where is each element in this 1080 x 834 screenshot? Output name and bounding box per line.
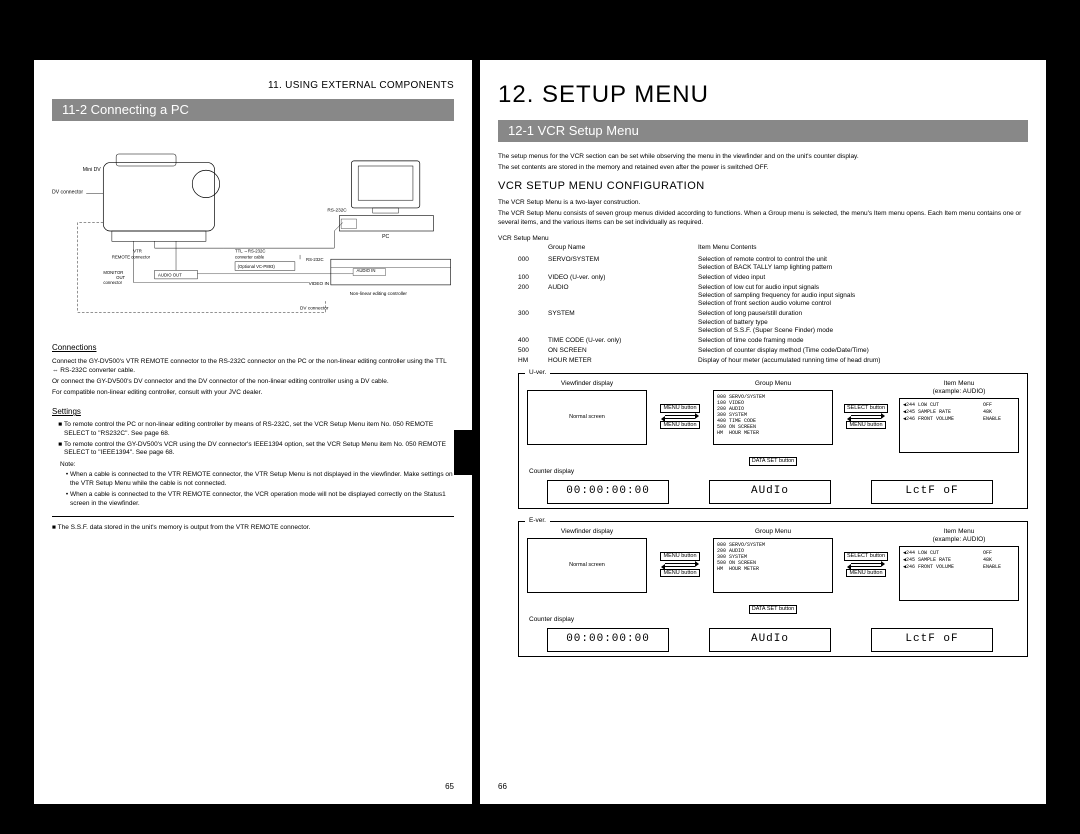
page-number-left: 65 — [445, 782, 454, 792]
svg-text:DV connector: DV connector — [52, 189, 83, 195]
svg-text:connector: connector — [103, 280, 122, 285]
viewfinder-box-e: Normal screen — [527, 538, 647, 593]
settings-bullets: To remote control the PC or non-linear e… — [64, 421, 454, 458]
itemmenu-box-e: ◀244 LOW CUTOFF◀245 SAMPLE RATE48K◀246 F… — [899, 546, 1019, 601]
group-row: 500ON SCREENSelection of counter display… — [518, 347, 1028, 355]
counter-lctf-e: LctF oF — [871, 628, 993, 652]
tree-header-label: VCR Setup Menu — [498, 235, 1028, 243]
left-page: 11. USING EXTERNAL COMPONENTS 11-2 Conne… — [34, 60, 472, 804]
svg-text:(Optional VC-P893): (Optional VC-P893) — [238, 264, 276, 269]
connection-diagram: Mini DV DV connector VTR REMOTE connecto… — [52, 131, 454, 331]
section-title-right: 12-1 VCR Setup Menu — [498, 120, 1028, 142]
e-ver-frame: E-ver. Viewfinder display Normal screen … — [518, 521, 1028, 657]
config-body: The VCR Setup Menu is a two-layer constr… — [498, 198, 1028, 227]
svg-text:RS-232C: RS-232C — [327, 207, 347, 212]
svg-text:TTL ⇔RS-232C: TTL ⇔RS-232C — [235, 248, 265, 253]
counter-audio-u: AUdIo — [709, 480, 831, 504]
dataset-button: DATA SET button — [749, 457, 798, 466]
note-bullets: When a cable is connected to the VTR REM… — [70, 471, 454, 508]
connections-body: Connect the GY-DV500's VTR REMOTE connec… — [52, 357, 454, 397]
group-row: 200AUDIOSelection of low cut for audio i… — [518, 284, 1028, 308]
thumb-tab — [454, 430, 472, 475]
group-row: 000SERVO/SYSTEMSelection of remote contr… — [518, 256, 1028, 272]
group-row: 300SYSTEMSelection of long pause/still d… — [518, 310, 1028, 334]
counter-time-u: 00:00:00:00 — [547, 480, 669, 504]
svg-text:AUDIO IN: AUDIO IN — [356, 268, 375, 273]
svg-text:converter cable: converter cable — [235, 254, 265, 259]
counter-audio-e: AUdIo — [709, 628, 831, 652]
footnote: ■ The S.S.F. data stored in the unit's m… — [52, 523, 454, 532]
config-heading: VCR SETUP MENU CONFIGURATION — [498, 180, 1028, 194]
groupmenu-box-e: 000 SERVO/SYSTEM 200 AUDIO 300 SYSTEM 50… — [713, 538, 833, 593]
arrow-select-u: SELECT button MENU button — [841, 404, 891, 429]
group-row: HMHOUR METERDisplay of hour meter (accum… — [518, 357, 1028, 365]
svg-text:VTR: VTR — [133, 248, 142, 253]
svg-text:OUT: OUT — [116, 275, 125, 280]
right-page: 12. SETUP MENU 12-1 VCR Setup Menu The s… — [480, 60, 1046, 804]
intro-text: The setup menus for the VCR section can … — [498, 152, 1028, 172]
groupmenu-box-u: 000 SERVO/SYSTEM 100 VIDEO 200 AUDIO 300… — [713, 390, 833, 445]
counter-time-e: 00:00:00:00 — [547, 628, 669, 652]
group-table: Group Name Item Menu Contents 000SERVO/S… — [518, 244, 1028, 366]
group-row: 400TIME CODE (U-ver. only)Selection of t… — [518, 337, 1028, 345]
settings-heading: Settings — [52, 407, 454, 417]
counter-lctf-u: LctF oF — [871, 480, 993, 504]
arrow-menu-u: MENU button MENU button — [655, 404, 705, 429]
svg-text:Non-linear editing controller: Non-linear editing controller — [350, 291, 408, 296]
svg-text:REMOTE connector: REMOTE connector — [112, 254, 151, 259]
chapter-header: 11. USING EXTERNAL COMPONENTS — [52, 80, 454, 93]
u-ver-frame: U-ver. Viewfinder display Normal screen … — [518, 373, 1028, 509]
svg-text:RS-232C: RS-232C — [306, 257, 324, 262]
group-row: 100VIDEO (U-ver. only)Selection of video… — [518, 274, 1028, 282]
viewfinder-box-u: Normal screen — [527, 390, 647, 445]
chapter-title: 12. SETUP MENU — [498, 80, 1028, 110]
itemmenu-box-u: ◀244 LOW CUTOFF◀245 SAMPLE RATE48K◀246 F… — [899, 398, 1019, 453]
svg-text:VIDEO IN: VIDEO IN — [309, 281, 330, 286]
minidv-label: Mini DV — [83, 167, 102, 173]
svg-text:DV connector: DV connector — [300, 305, 329, 310]
connections-heading: Connections — [52, 343, 454, 353]
svg-text:MONITOR: MONITOR — [103, 270, 123, 275]
page-number-right: 66 — [498, 782, 507, 792]
section-title-left: 11-2 Connecting a PC — [52, 99, 454, 121]
svg-text:AUDIO OUT: AUDIO OUT — [158, 272, 182, 277]
svg-text:PC: PC — [382, 234, 389, 240]
note-label: Note: — [60, 460, 454, 469]
